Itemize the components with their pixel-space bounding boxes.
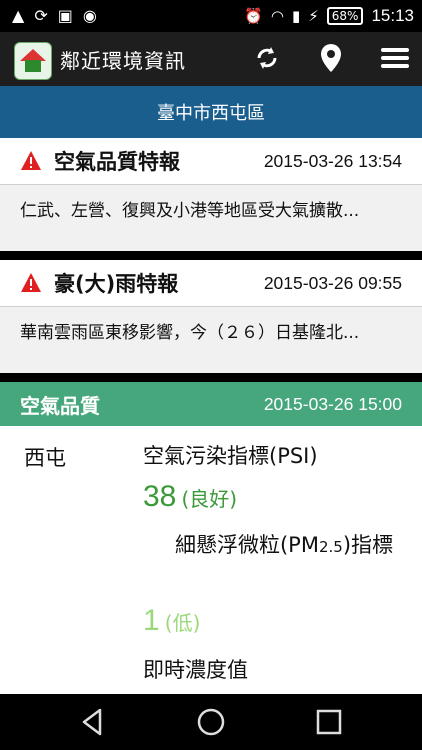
battery-indicator: 68% (326, 7, 364, 25)
recents-icon[interactable] (314, 707, 344, 737)
alarm-icon: ⏰ (244, 7, 263, 25)
charging-icon: ⚡ (308, 7, 319, 25)
alert-card[interactable]: 豪(大)雨特報 2015-03-26 09:55 華南雲雨區東移影響，今（２６）… (0, 260, 422, 373)
status-bar: ▲ ⟳ ▣ ◉ ⏰ ◠ ▮ ⚡ 68% 15:13 (0, 0, 422, 32)
home-icon[interactable] (196, 707, 226, 737)
system-icons: ⏰ ◠ ▮ ⚡ 68% 15:13 (244, 6, 414, 26)
psi-value: 38 (良好) (143, 480, 237, 514)
download-icon: ◉ (82, 6, 97, 25)
air-quality-header[interactable]: 空氣品質 2015-03-26 15:00 (0, 382, 422, 426)
image-icon: ▣ (57, 6, 73, 25)
psi-level: (良好) (181, 487, 238, 511)
clock: 15:13 (371, 6, 414, 25)
alert-card[interactable]: 空氣品質特報 2015-03-26 13:54 仁武、左營、復興及小港等地區受大… (0, 138, 422, 251)
air-quality-date: 2015-03-26 15:00 (263, 393, 402, 414)
pm25-label: 細懸浮微粒(PM2.5)指標 (174, 533, 394, 557)
wifi-icon: ◠ (270, 7, 284, 25)
pm25-level: (低) (164, 611, 201, 635)
menu-icon[interactable] (380, 43, 410, 73)
warning-icon (21, 273, 41, 292)
app-logo-icon (14, 42, 52, 80)
location-pin-icon[interactable] (316, 43, 346, 73)
alert-body: 仁武、左營、復興及小港等地區受大氣擴散... (0, 185, 422, 251)
app-bar: 鄰近環境資訊 (0, 32, 422, 86)
app-title: 鄰近環境資訊 (60, 49, 186, 73)
realtime-label: 即時濃度值 (143, 658, 248, 682)
warning-icon (21, 151, 41, 170)
android-icon: ▲ (12, 6, 25, 25)
divider (0, 373, 422, 382)
psi-label: 空氣污染指標(PSI) (143, 444, 318, 468)
notification-icons: ▲ ⟳ ▣ ◉ (12, 6, 97, 25)
refresh-icon[interactable] (252, 43, 282, 73)
psi-number: 38 (143, 480, 177, 513)
location-bar[interactable]: 臺中市西屯區 (0, 86, 422, 138)
divider (0, 251, 422, 260)
content-scroll[interactable]: 空氣品質特報 2015-03-26 13:54 仁武、左營、復興及小港等地區受大… (0, 138, 422, 694)
air-quality-title: 空氣品質 (20, 393, 100, 418)
pm25-value: 1 (低) (143, 604, 200, 638)
station-name: 西屯 (24, 446, 66, 470)
back-icon[interactable] (78, 707, 108, 737)
sync-icon: ⟳ (34, 6, 48, 25)
alert-body: 華南雲雨區東移影響，今（２６）日基隆北... (0, 307, 422, 373)
alert-title: 空氣品質特報 (54, 150, 180, 174)
navigation-bar (0, 694, 422, 750)
pm25-number: 1 (143, 604, 160, 637)
alert-title: 豪(大)雨特報 (54, 272, 179, 296)
alert-date: 2015-03-26 13:54 (263, 150, 402, 171)
alert-date: 2015-03-26 09:55 (263, 272, 402, 293)
signal-icon: ▮ (291, 7, 301, 25)
